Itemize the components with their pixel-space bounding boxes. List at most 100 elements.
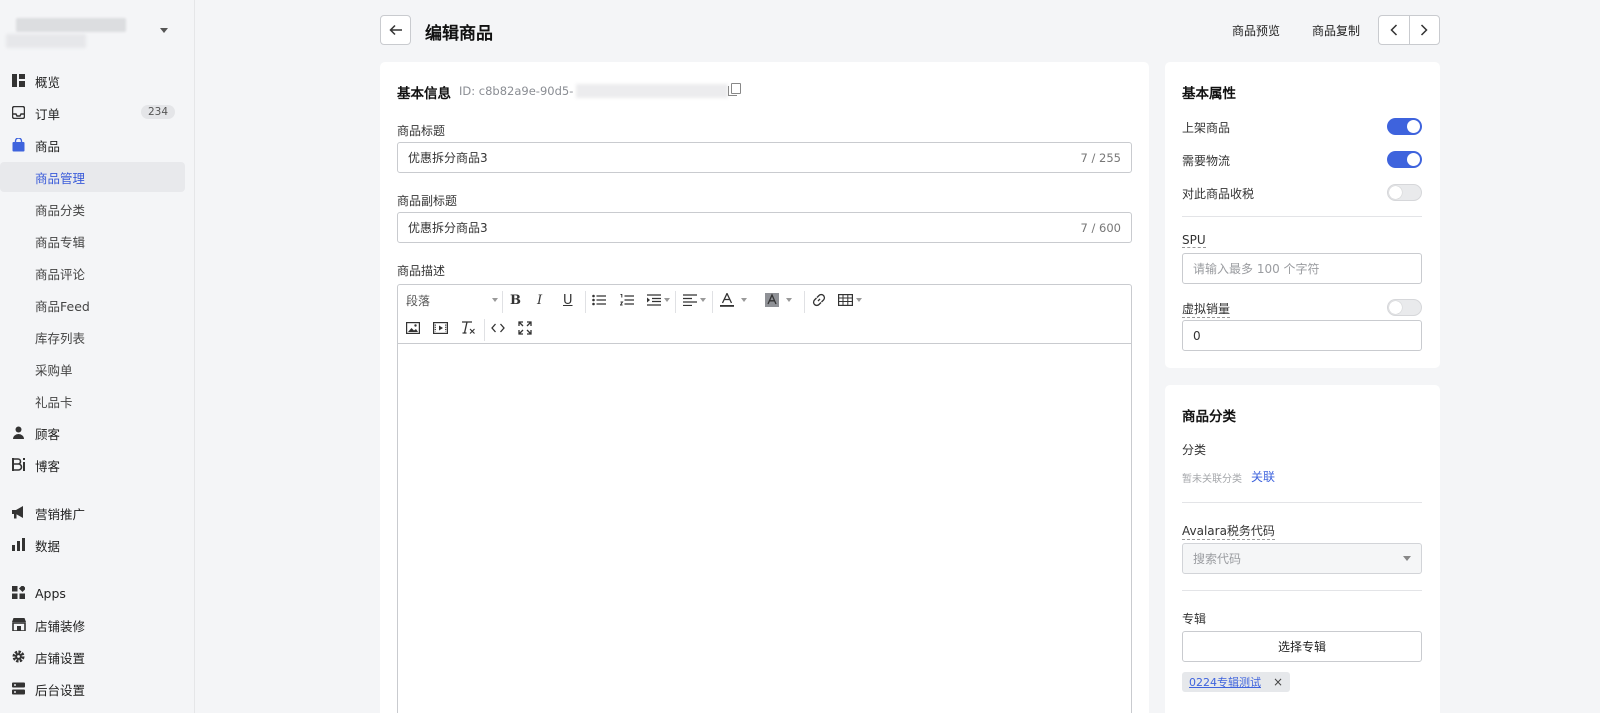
- basic-info-card: 基本信息 ID: c8b82a9e-90d5- 商品标题 优惠拆分商品3 7 /…: [380, 62, 1149, 713]
- sidebar-item-label: 顾客: [35, 426, 61, 442]
- toolbar-divider: [585, 291, 586, 313]
- sidebar-item-product-reviews[interactable]: 商品评论: [0, 258, 185, 288]
- product-category-card: 商品分类 分类 暂未关联分类 关联 Avalara税务代码 搜索代码 专辑 选择…: [1165, 385, 1440, 713]
- link-category-link[interactable]: 关联: [1251, 468, 1275, 485]
- toolbar-divider: [804, 291, 805, 313]
- previous-product-button[interactable]: [1379, 16, 1410, 44]
- sidebar-item-label: Apps: [35, 585, 66, 601]
- product-id-redacted: [576, 84, 728, 98]
- sidebar-item-product-category[interactable]: 商品分类: [0, 194, 185, 224]
- sidebar-item-label: 店铺装修: [35, 618, 86, 634]
- charge-tax-toggle[interactable]: [1387, 184, 1422, 201]
- sidebar-item-gift-cards[interactable]: 礼品卡: [0, 386, 185, 416]
- video-icon[interactable]: [433, 317, 448, 339]
- indent-icon[interactable]: [647, 289, 670, 311]
- charge-tax-label: 对此商品收税: [1182, 187, 1255, 201]
- avalara-tax-code-label: Avalara税务代码: [1182, 524, 1275, 540]
- sidebar-item-overview[interactable]: 概览: [0, 66, 185, 96]
- table-icon[interactable]: [838, 289, 862, 311]
- sidebar-item-product-management[interactable]: 商品管理: [0, 162, 185, 192]
- sidebar-item-marketing[interactable]: 营销推广: [0, 498, 185, 528]
- sidebar-item-blog[interactable]: 博客: [0, 450, 185, 480]
- choose-collection-button[interactable]: 选择专辑: [1182, 631, 1422, 662]
- product-subtitle-input[interactable]: 优惠拆分商品3 7 / 600: [397, 212, 1132, 243]
- avalara-tax-code-select[interactable]: 搜索代码: [1182, 543, 1422, 574]
- sidebar-item-analytics[interactable]: 数据: [0, 530, 185, 560]
- editor-content-area[interactable]: [398, 344, 1131, 713]
- bag-icon: [12, 137, 26, 152]
- sidebar: 概览 订单 234 商品 商品管理 商品分类 商品专辑 商品评论 商品Feed …: [0, 0, 195, 713]
- bold-icon[interactable]: B: [510, 289, 521, 311]
- background-color-icon[interactable]: [765, 289, 792, 311]
- sidebar-item-label: 数据: [35, 538, 61, 554]
- spu-placeholder: 请输入最多 100 个字符: [1193, 262, 1320, 276]
- bulleted-list-icon[interactable]: [592, 289, 606, 311]
- product-subtitle-value: 优惠拆分商品3: [408, 221, 488, 235]
- sidebar-item-store-design[interactable]: 店铺装修: [0, 610, 185, 640]
- rich-text-editor: 段落 B I U: [397, 284, 1132, 713]
- collection-tag-link[interactable]: 0224专辑测试: [1189, 674, 1261, 690]
- product-preview-link[interactable]: 商品预览: [1232, 22, 1280, 39]
- underline-icon[interactable]: U: [563, 289, 573, 311]
- spu-input[interactable]: 请输入最多 100 个字符: [1182, 253, 1422, 284]
- sidebar-item-label: 商品分类: [35, 202, 86, 218]
- sidebar-item-label: 订单: [35, 106, 61, 122]
- megaphone-icon: [12, 506, 26, 520]
- chevron-down-icon: [492, 298, 498, 302]
- next-product-button[interactable]: [1410, 16, 1440, 44]
- sidebar-item-products[interactable]: 商品: [0, 130, 185, 160]
- editor-toolbar: 段落 B I U: [398, 285, 1131, 344]
- sidebar-item-store-settings[interactable]: 店铺设置: [0, 642, 185, 672]
- sidebar-item-customers[interactable]: 顾客: [0, 418, 185, 448]
- clear-format-icon[interactable]: [461, 317, 476, 339]
- store-switcher[interactable]: [6, 14, 176, 52]
- sidebar-item-product-collection[interactable]: 商品专辑: [0, 226, 185, 256]
- divider: [1182, 590, 1422, 591]
- sidebar-item-label: 店铺设置: [35, 650, 86, 666]
- product-id: ID: c8b82a9e-90d5-: [459, 84, 574, 98]
- sidebar-item-label: 库存列表: [35, 330, 86, 346]
- sidebar-item-label: 商品专辑: [35, 234, 86, 250]
- sidebar-item-apps[interactable]: Apps: [0, 578, 185, 608]
- sidebar-item-purchase-orders[interactable]: 采购单: [0, 354, 185, 384]
- chevron-down-icon: [786, 298, 792, 302]
- remove-collection-icon[interactable]: ×: [1273, 675, 1283, 689]
- toolbar-divider: [712, 291, 713, 313]
- order-count-badge: 234: [140, 105, 175, 119]
- sidebar-item-product-feed[interactable]: 商品Feed: [0, 290, 185, 320]
- server-icon: [12, 682, 26, 696]
- align-icon[interactable]: [683, 289, 706, 311]
- sidebar-item-inventory[interactable]: 库存列表: [0, 322, 185, 352]
- link-icon[interactable]: [812, 289, 826, 311]
- image-icon[interactable]: [406, 317, 420, 339]
- fullscreen-icon[interactable]: [518, 317, 532, 339]
- sidebar-item-label: 商品Feed: [35, 298, 90, 314]
- on-shelf-label: 上架商品: [1182, 121, 1231, 135]
- requires-shipping-toggle[interactable]: [1387, 151, 1422, 168]
- chevron-down-icon: [856, 298, 862, 302]
- on-shelf-toggle[interactable]: [1387, 118, 1422, 135]
- requires-shipping-label: 需要物流: [1182, 154, 1231, 168]
- store-icon: [12, 618, 26, 632]
- chevron-left-icon: [1390, 24, 1397, 36]
- copy-icon[interactable]: [728, 83, 741, 96]
- product-title-counter: 7 / 255: [1080, 150, 1121, 165]
- italic-icon[interactable]: I: [537, 289, 542, 311]
- back-button[interactable]: [380, 15, 411, 45]
- numbered-list-icon[interactable]: [620, 289, 634, 311]
- sidebar-item-admin-settings[interactable]: 后台设置: [0, 674, 185, 704]
- product-category-title: 商品分类: [1182, 409, 1236, 425]
- product-subtitle-counter: 7 / 600: [1080, 220, 1121, 235]
- code-view-icon[interactable]: [491, 317, 505, 339]
- paragraph-format-select[interactable]: 段落: [406, 289, 498, 311]
- virtual-sales-input[interactable]: 0: [1182, 320, 1422, 351]
- sidebar-item-label: 商品管理: [35, 170, 86, 186]
- product-title-input[interactable]: 优惠拆分商品3 7 / 255: [397, 142, 1132, 173]
- product-copy-link[interactable]: 商品复制: [1312, 22, 1360, 39]
- text-color-icon[interactable]: [720, 289, 747, 311]
- chevron-down-icon: [741, 298, 747, 302]
- virtual-sales-toggle[interactable]: [1387, 299, 1422, 316]
- basic-attributes-title: 基本属性: [1182, 86, 1236, 102]
- product-subtitle-label: 商品副标题: [397, 194, 458, 208]
- sidebar-item-orders[interactable]: 订单 234: [0, 98, 185, 128]
